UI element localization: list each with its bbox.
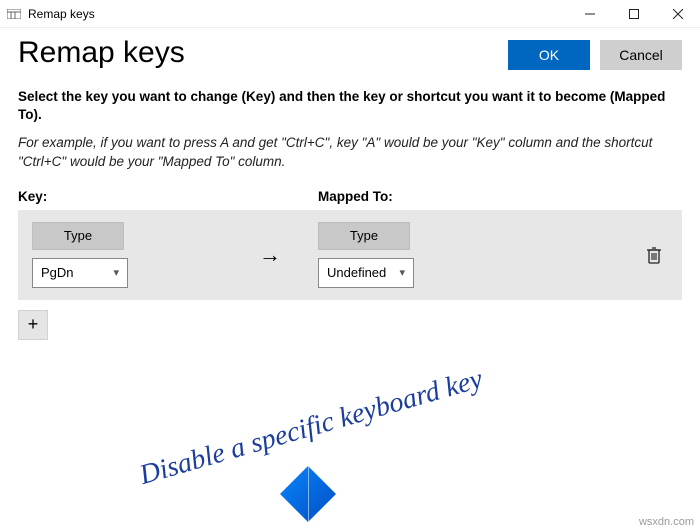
minimize-button[interactable] [568, 0, 612, 28]
key-column-header: Key: [18, 189, 318, 204]
header-buttons: OK Cancel [508, 40, 682, 70]
watermark: wsxdn.com [639, 516, 694, 528]
ok-button[interactable]: OK [508, 40, 590, 70]
key-column: Type PgDn ▾ [32, 222, 222, 288]
description-main: Select the key you want to change (Key) … [18, 88, 682, 124]
site-logo-icon [280, 466, 336, 522]
page-title: Remap keys [18, 36, 508, 70]
overlay-caption: Disable a specific keyboard key [136, 363, 486, 492]
mapped-column-header: Mapped To: [318, 189, 682, 204]
cancel-button[interactable]: Cancel [600, 40, 682, 70]
app-icon [6, 6, 22, 22]
mapping-row: Type PgDn ▾ → Type Undefined ▾ [18, 210, 682, 300]
delete-mapping-button[interactable] [640, 241, 668, 269]
content: Select the key you want to change (Key) … [0, 70, 700, 340]
chevron-down-icon: ▾ [113, 266, 119, 279]
mapped-type-button[interactable]: Type [318, 222, 410, 250]
mapped-column: Type Undefined ▾ [318, 222, 508, 288]
key-select-value: PgDn [41, 265, 74, 280]
key-type-button[interactable]: Type [32, 222, 124, 250]
mapped-select-value: Undefined [327, 265, 386, 280]
maximize-button[interactable] [612, 0, 656, 28]
close-button[interactable] [656, 0, 700, 28]
key-select[interactable]: PgDn ▾ [32, 258, 128, 288]
header: Remap keys OK Cancel [0, 28, 700, 70]
window-controls [568, 0, 700, 28]
window-title: Remap keys [28, 7, 568, 21]
titlebar: Remap keys [0, 0, 700, 28]
column-headers: Key: Mapped To: [18, 189, 682, 204]
description-example: For example, if you want to press A and … [18, 134, 682, 170]
mapped-select[interactable]: Undefined ▾ [318, 258, 414, 288]
arrow-icon: → [222, 242, 318, 268]
chevron-down-icon: ▾ [399, 266, 405, 279]
add-mapping-button[interactable]: + [18, 310, 48, 340]
